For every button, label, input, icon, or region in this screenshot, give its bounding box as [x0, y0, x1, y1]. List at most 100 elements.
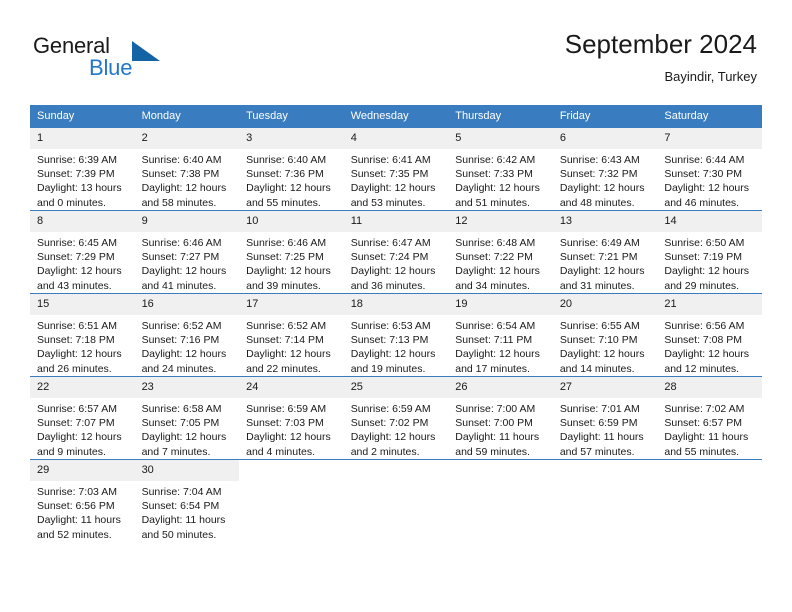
day-cell-content[interactable]: 19 Sunrise: 6:54 AM Sunset: 7:11 PM Dayligh…: [448, 293, 553, 376]
calendar-empty-cell: [448, 459, 553, 542]
day-detail-daylight-1: Daylight: 12 hours: [559, 265, 645, 278]
calendar-day-cell: 2 Sunrise: 6:40 AM Sunset: 7:38 PM Daylight…: [134, 127, 240, 210]
day-details: Sunrise: 7:04 AM Sunset: 6:54 PM Daylight:…: [135, 481, 240, 542]
calendar-empty-cell: [657, 459, 762, 542]
calendar-day-cell: 4 Sunrise: 6:41 AM Sunset: 7:35 PM Daylight…: [343, 127, 449, 210]
day-detail-sunset: Sunset: 7:39 PM: [37, 168, 115, 181]
day-detail-sunset: Sunset: 7:27 PM: [141, 251, 220, 264]
day-cell-content[interactable]: 25 Sunrise: 6:59 AM Sunset: 7:02 PM Dayligh…: [343, 376, 449, 459]
day-detail-daylight-2: and 19 minutes.: [350, 362, 426, 375]
day-cell-content[interactable]: 28 Sunrise: 7:02 AM Sunset: 6:57 PM Dayligh…: [657, 376, 762, 459]
day-cell-content[interactable]: 23 Sunrise: 6:58 AM Sunset: 7:05 PM Dayligh…: [134, 376, 240, 459]
day-cell-content[interactable]: 4 Sunrise: 6:41 AM Sunset: 7:35 PM Daylight…: [343, 127, 449, 210]
day-details: Sunrise: 6:39 AM Sunset: 7:39 PM Daylight:…: [30, 149, 135, 210]
day-detail-daylight-1: Daylight: 12 hours: [664, 265, 750, 278]
day-cell-content[interactable]: 12 Sunrise: 6:48 AM Sunset: 7:22 PM Dayligh…: [448, 210, 553, 293]
day-detail-daylight-1: Daylight: 12 hours: [37, 348, 122, 361]
calendar-day-cell: 29 Sunrise: 7:03 AM Sunset: 6:56 PM Dayligh…: [30, 459, 135, 542]
day-cell-content[interactable]: 22 Sunrise: 6:57 AM Sunset: 7:07 PM Dayligh…: [30, 376, 135, 459]
day-detail-daylight-1: Daylight: 12 hours: [664, 182, 750, 195]
calendar-week-row: 22 Sunrise: 6:57 AM Sunset: 7:07 PM Dayligh…: [30, 376, 762, 459]
day-cell-content[interactable]: 26 Sunrise: 7:00 AM Sunset: 7:00 PM Dayligh…: [448, 376, 553, 459]
day-cell-content[interactable]: 8 Sunrise: 6:45 AM Sunset: 7:29 PM Daylight…: [30, 210, 135, 293]
day-detail-sunset: Sunset: 7:35 PM: [350, 168, 429, 181]
day-details: Sunrise: 6:48 AM Sunset: 7:22 PM Daylight:…: [448, 232, 553, 293]
day-cell-content[interactable]: 13 Sunrise: 6:49 AM Sunset: 7:21 PM Dayligh…: [552, 210, 658, 293]
day-detail-daylight-1: Daylight: 12 hours: [455, 348, 540, 361]
day-detail-sunset: Sunset: 7:25 PM: [246, 251, 324, 264]
day-cell-content[interactable]: 18 Sunrise: 6:53 AM Sunset: 7:13 PM Dayligh…: [343, 293, 449, 376]
day-details: Sunrise: 6:49 AM Sunset: 7:21 PM Daylight:…: [553, 232, 658, 293]
day-detail-daylight-1: Daylight: 12 hours: [37, 265, 122, 278]
day-number: 11: [343, 211, 449, 232]
day-number: 6: [552, 128, 658, 149]
day-detail-sunset: Sunset: 7:02 PM: [350, 417, 429, 430]
calendar-empty-cell: [552, 459, 658, 542]
day-detail-sunrise: Sunrise: 7:00 AM: [455, 403, 536, 415]
day-cell-content[interactable]: 21 Sunrise: 6:56 AM Sunset: 7:08 PM Dayligh…: [657, 293, 762, 376]
day-detail-daylight-1: Daylight: 12 hours: [455, 265, 540, 278]
day-number: 16: [134, 294, 240, 315]
day-detail-daylight-2: and 26 minutes.: [37, 362, 112, 375]
day-detail-sunset: Sunset: 7:22 PM: [455, 251, 533, 264]
day-cell-content[interactable]: 1 Sunrise: 6:39 AM Sunset: 7:39 PM Daylight…: [30, 127, 135, 210]
day-detail-daylight-1: Daylight: 11 hours: [37, 514, 121, 527]
day-cell-content[interactable]: 16 Sunrise: 6:52 AM Sunset: 7:16 PM Dayligh…: [134, 293, 240, 376]
day-detail-daylight-2: and 43 minutes.: [37, 279, 112, 292]
day-cell-content[interactable]: 10 Sunrise: 6:46 AM Sunset: 7:25 PM Dayligh…: [239, 210, 344, 293]
day-detail-daylight-2: and 12 minutes.: [664, 362, 740, 375]
day-cell-content[interactable]: 17 Sunrise: 6:52 AM Sunset: 7:14 PM Dayligh…: [239, 293, 344, 376]
day-detail-sunset: Sunset: 7:32 PM: [559, 168, 638, 181]
day-cell-content[interactable]: 24 Sunrise: 6:59 AM Sunset: 7:03 PM Dayligh…: [239, 376, 344, 459]
day-cell-content[interactable]: 3 Sunrise: 6:40 AM Sunset: 7:36 PM Daylight…: [239, 127, 344, 210]
day-cell-content[interactable]: 5 Sunrise: 6:42 AM Sunset: 7:33 PM Daylight…: [448, 127, 553, 210]
day-number: 17: [239, 294, 344, 315]
day-detail-sunset: Sunset: 7:21 PM: [559, 251, 638, 264]
day-detail-sunrise: Sunrise: 6:56 AM: [664, 320, 745, 332]
day-cell-content[interactable]: 11 Sunrise: 6:47 AM Sunset: 7:24 PM Dayligh…: [343, 210, 449, 293]
empty-cell-content: [657, 459, 762, 542]
general-blue-logo[interactable]: General Blue: [33, 33, 233, 81]
day-details: Sunrise: 6:43 AM Sunset: 7:32 PM Daylight:…: [553, 149, 658, 210]
day-details: Sunrise: 7:03 AM Sunset: 6:56 PM Daylight:…: [30, 481, 135, 542]
day-detail-sunrise: Sunrise: 6:40 AM: [246, 154, 327, 166]
day-cell-content[interactable]: 29 Sunrise: 7:03 AM Sunset: 6:56 PM Dayligh…: [30, 459, 135, 542]
day-number: 7: [657, 128, 762, 149]
day-cell-content[interactable]: 2 Sunrise: 6:40 AM Sunset: 7:38 PM Daylight…: [134, 127, 240, 210]
day-detail-daylight-2: and 34 minutes.: [455, 279, 530, 292]
title-block: September 2024 Bayindir, Turkey: [565, 28, 757, 87]
day-detail-daylight-2: and 59 minutes.: [455, 445, 530, 458]
calendar-page: General Blue September 2024 Bayindir, Tu…: [0, 0, 792, 612]
day-detail-daylight-2: and 31 minutes.: [559, 279, 635, 292]
day-details: Sunrise: 7:01 AM Sunset: 6:59 PM Daylight:…: [553, 398, 658, 459]
day-details: Sunrise: 6:45 AM Sunset: 7:29 PM Daylight:…: [30, 232, 135, 293]
day-cell-content[interactable]: 9 Sunrise: 6:46 AM Sunset: 7:27 PM Daylight…: [134, 210, 240, 293]
day-cell-content[interactable]: 15 Sunrise: 6:51 AM Sunset: 7:18 PM Dayligh…: [30, 293, 135, 376]
day-detail-sunrise: Sunrise: 6:48 AM: [455, 237, 536, 249]
day-cell-content[interactable]: 14 Sunrise: 6:50 AM Sunset: 7:19 PM Dayligh…: [657, 210, 762, 293]
calendar-day-cell: 24 Sunrise: 6:59 AM Sunset: 7:03 PM Dayligh…: [239, 376, 344, 459]
day-cell-content[interactable]: 30 Sunrise: 7:04 AM Sunset: 6:54 PM Dayligh…: [134, 459, 240, 542]
day-details: Sunrise: 6:50 AM Sunset: 7:19 PM Daylight:…: [657, 232, 762, 293]
day-detail-sunset: Sunset: 7:30 PM: [664, 168, 743, 181]
day-detail-sunset: Sunset: 7:14 PM: [246, 334, 324, 347]
day-details: Sunrise: 6:46 AM Sunset: 7:25 PM Daylight:…: [239, 232, 344, 293]
day-detail-sunrise: Sunrise: 7:04 AM: [141, 486, 222, 498]
day-number: 10: [239, 211, 344, 232]
day-detail-sunset: Sunset: 7:08 PM: [664, 334, 743, 347]
day-number: 26: [448, 377, 553, 398]
day-cell-content[interactable]: 27 Sunrise: 7:01 AM Sunset: 6:59 PM Dayligh…: [552, 376, 658, 459]
day-detail-daylight-1: Daylight: 12 hours: [141, 348, 227, 361]
calendar-day-cell: 13 Sunrise: 6:49 AM Sunset: 7:21 PM Dayligh…: [552, 210, 658, 293]
day-cell-content[interactable]: 20 Sunrise: 6:55 AM Sunset: 7:10 PM Dayligh…: [552, 293, 658, 376]
day-detail-sunset: Sunset: 7:16 PM: [141, 334, 220, 347]
day-detail-daylight-2: and 24 minutes.: [141, 362, 217, 375]
day-number: 4: [343, 128, 449, 149]
day-detail-daylight-1: Daylight: 12 hours: [246, 182, 331, 195]
day-cell-content[interactable]: 6 Sunrise: 6:43 AM Sunset: 7:32 PM Daylight…: [552, 127, 658, 210]
day-cell-content[interactable]: 7 Sunrise: 6:44 AM Sunset: 7:30 PM Daylight…: [657, 127, 762, 210]
day-detail-sunrise: Sunrise: 6:49 AM: [559, 237, 640, 249]
day-details: Sunrise: 6:44 AM Sunset: 7:30 PM Daylight:…: [657, 149, 762, 210]
day-details: Sunrise: 7:00 AM Sunset: 7:00 PM Daylight:…: [448, 398, 553, 459]
logo-text-blue: Blue: [89, 55, 133, 80]
